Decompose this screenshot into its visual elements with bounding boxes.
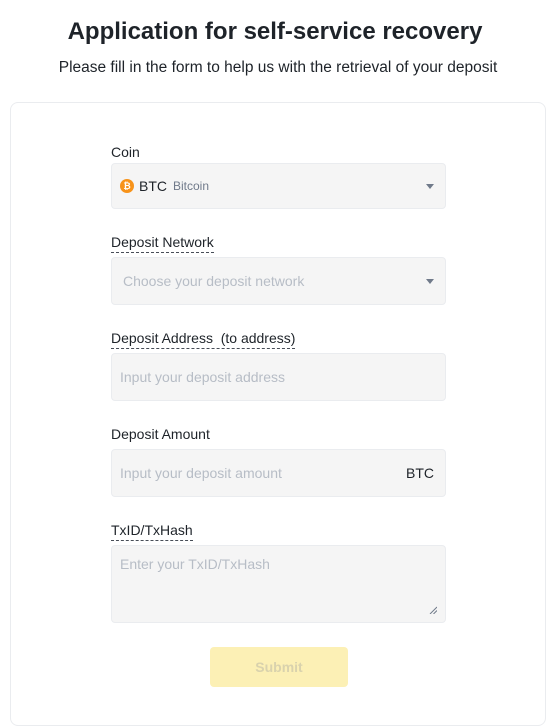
deposit-amount-input[interactable] <box>120 465 406 481</box>
deposit-address-field <box>111 353 446 401</box>
amount-unit-label: BTC <box>406 465 434 481</box>
deposit-amount-field: BTC <box>111 449 446 497</box>
deposit-network-placeholder: Choose your deposit network <box>123 273 305 289</box>
txid-input[interactable] <box>112 546 445 622</box>
txid-field <box>111 545 446 623</box>
coin-name: Bitcoin <box>173 179 210 193</box>
submit-button[interactable]: Submit <box>210 647 348 687</box>
deposit-address-label: Deposit Address (to address) <box>111 329 296 349</box>
page-subtitle: Please fill in the form to help us with … <box>58 59 498 76</box>
deposit-amount-label: Deposit Amount <box>111 426 210 442</box>
caret-down-icon <box>426 278 434 284</box>
coin-label: Coin <box>111 144 140 160</box>
coin-select[interactable]: ₿ BTC Bitcoin <box>111 163 446 209</box>
deposit-network-label: Deposit Network <box>111 233 214 253</box>
coin-symbol: BTC <box>139 178 167 194</box>
page-title: Application for self-service recovery <box>67 18 483 45</box>
resize-handle-icon[interactable] <box>429 606 437 614</box>
txid-label: TxID/TxHash <box>111 521 193 541</box>
caret-down-icon <box>426 183 434 189</box>
bitcoin-icon: ₿ <box>120 179 134 193</box>
deposit-address-input[interactable] <box>120 369 434 385</box>
deposit-network-select[interactable]: Choose your deposit network <box>111 257 446 305</box>
